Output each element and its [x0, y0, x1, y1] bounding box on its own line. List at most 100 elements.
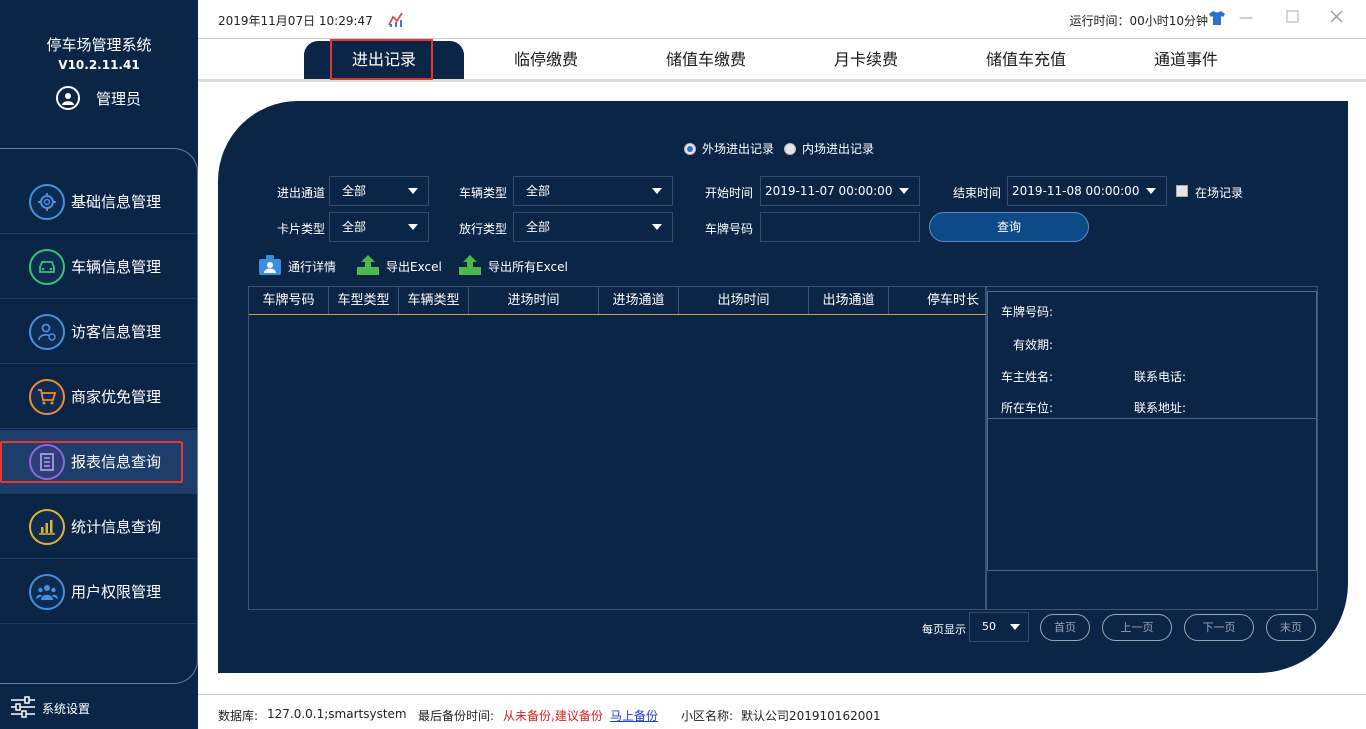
- last-page-button[interactable]: 末页: [1266, 614, 1316, 641]
- radio-outer[interactable]: [684, 142, 696, 155]
- community-value: 默认公司201910162001: [741, 709, 881, 723]
- vehicle-type-label: 车辆类型: [459, 186, 508, 200]
- start-time-value: 2019-11-07 00:00:00: [765, 184, 893, 198]
- detail-address-label: 联系地址:: [1134, 401, 1187, 415]
- chevron-down-icon: [652, 188, 662, 194]
- settings-label: 系统设置: [42, 702, 91, 716]
- end-time-value: 2019-11-08 00:00:00: [1012, 184, 1140, 198]
- visitor-icon: [29, 313, 65, 350]
- chevron-down-icon: [652, 224, 662, 230]
- tab-access-records[interactable]: 进出记录: [304, 41, 464, 79]
- minimize-icon[interactable]: —: [1238, 10, 1254, 26]
- end-time-label: 结束时间: [953, 186, 1002, 200]
- chevron-down-icon: [899, 188, 909, 194]
- release-type-select[interactable]: 全部: [513, 212, 673, 242]
- end-time-picker[interactable]: 2019-11-08 00:00:00: [1007, 176, 1167, 206]
- prev-page-button[interactable]: 上一页: [1102, 614, 1172, 641]
- start-time-label: 开始时间: [705, 186, 754, 200]
- status-bar: 数据库: 127.0.0.1;smartsystem 最后备份时间: 从未备份,…: [198, 694, 1366, 729]
- export-all-excel-button[interactable]: 导出所有Excel: [458, 254, 568, 279]
- tab-stored-value-recharge[interactable]: 储值车充值: [946, 41, 1106, 79]
- onsite-checkbox[interactable]: [1176, 185, 1188, 197]
- sidebar-item-statistics[interactable]: 统计信息查询: [0, 495, 197, 559]
- column-header[interactable]: 车牌号码: [249, 287, 329, 314]
- pass-detail-button[interactable]: 通行详情: [258, 254, 336, 279]
- detail-space-label: 所在车位:: [1001, 401, 1054, 415]
- chevron-down-icon: [1146, 188, 1156, 194]
- card-type-label: 卡片类型: [277, 222, 326, 236]
- export-upload-icon: [356, 254, 380, 279]
- table-header: 车牌号码 车型类型 车辆类型 进场时间 进场通道 出场时间 出场通道 停车时长: [249, 287, 987, 315]
- channel-select[interactable]: 全部: [329, 176, 429, 206]
- column-header[interactable]: 车辆类型: [399, 287, 469, 314]
- radio-outer-label: 外场进出记录: [702, 142, 775, 156]
- release-type-label: 放行类型: [459, 222, 508, 236]
- vehicle-type-value: 全部: [526, 184, 551, 198]
- db-label: 数据库:: [218, 709, 259, 723]
- radio-inner[interactable]: [784, 142, 797, 155]
- export-excel-button[interactable]: 导出Excel: [356, 254, 442, 279]
- cart-icon: [29, 378, 65, 415]
- first-page-button[interactable]: 首页: [1040, 614, 1090, 641]
- sidebar-item-label: 车辆信息管理: [71, 258, 162, 276]
- column-header[interactable]: 停车时长: [889, 287, 987, 314]
- detail-image-box: [987, 419, 1317, 571]
- per-page-label: 每页显示: [922, 623, 966, 636]
- detail-phone-label: 联系电话:: [1134, 370, 1187, 384]
- vehicle-type-select[interactable]: 全部: [513, 176, 673, 206]
- tab-stored-value-fee[interactable]: 储值车缴费: [626, 41, 786, 79]
- radio-inner-label: 内场进出记录: [802, 142, 875, 156]
- detail-info-box: 车牌号码: 有效期: 车主姓名: 联系电话: 所在车位: 联系地址:: [987, 291, 1317, 419]
- user-name: 管理员: [96, 89, 142, 108]
- current-datetime: 2019年11月07日 10:29:47: [218, 14, 373, 28]
- top-bar: 2019年11月07日 10:29:47 运行时间：00小时10分钟 —: [198, 0, 1366, 38]
- onsite-label: 在场记录: [1195, 186, 1244, 200]
- detail-owner-label: 车主姓名:: [1001, 370, 1054, 384]
- sidebar-item-report[interactable]: 报表信息查询: [0, 430, 197, 494]
- tab-temp-parking-fee[interactable]: 临停缴费: [466, 41, 626, 79]
- detail-validity-label: 有效期:: [1013, 338, 1054, 352]
- detail-plate-label: 车牌号码:: [1001, 305, 1054, 319]
- bar-chart-icon: [29, 508, 65, 545]
- pass-detail-label: 通行详情: [288, 260, 337, 274]
- export-all-upload-icon: [458, 254, 482, 279]
- per-page-select[interactable]: 50: [969, 612, 1029, 642]
- export-all-excel-label: 导出所有Excel: [488, 260, 568, 274]
- plate-input[interactable]: [760, 212, 920, 242]
- plate-label: 车牌号码: [705, 222, 754, 236]
- column-header[interactable]: 进场通道: [599, 287, 679, 314]
- sidebar-item-label: 商家优免管理: [71, 388, 162, 406]
- card-type-value: 全部: [342, 220, 367, 234]
- user-info[interactable]: 管理员: [56, 86, 141, 110]
- chevron-down-icon: [408, 224, 418, 230]
- car-icon: [29, 248, 65, 285]
- sidebar-item-visitor-info[interactable]: 访客信息管理: [0, 300, 197, 364]
- sidebar-item-merchant[interactable]: 商家优免管理: [0, 365, 197, 429]
- column-header[interactable]: 出场通道: [809, 287, 889, 314]
- maximize-icon[interactable]: [1284, 10, 1300, 26]
- system-settings[interactable]: 系统设置: [10, 696, 90, 721]
- sidebar-item-basic-info[interactable]: 基础信息管理: [0, 170, 197, 234]
- next-page-button[interactable]: 下一页: [1184, 614, 1254, 641]
- gear-icon: [29, 183, 65, 220]
- close-icon[interactable]: [1328, 10, 1344, 26]
- tab-channel-events[interactable]: 通道事件: [1106, 41, 1266, 79]
- skin-shirt-icon[interactable]: [1208, 10, 1226, 29]
- export-excel-label: 导出Excel: [386, 260, 442, 274]
- column-header[interactable]: 出场时间: [679, 287, 809, 314]
- column-header[interactable]: 进场时间: [469, 287, 599, 314]
- report-icon: [29, 443, 65, 480]
- start-time-picker[interactable]: 2019-11-07 00:00:00: [760, 176, 920, 206]
- vehicle-detail-panel: 车牌号码: 有效期: 车主姓名: 联系电话: 所在车位: 联系地址:: [986, 286, 1318, 610]
- trend-chart-icon[interactable]: [388, 10, 406, 31]
- backup-now-link[interactable]: 马上备份: [610, 707, 658, 724]
- query-button[interactable]: 查询: [929, 212, 1089, 242]
- per-page-value: 50: [982, 620, 996, 633]
- sidebar-item-permissions[interactable]: 用户权限管理: [0, 560, 197, 624]
- tab-monthly-card-renewal[interactable]: 月卡续费: [786, 41, 946, 79]
- column-header[interactable]: 车型类型: [329, 287, 399, 314]
- sidebar-item-vehicle-info[interactable]: 车辆信息管理: [0, 235, 197, 299]
- card-type-select[interactable]: 全部: [329, 212, 429, 242]
- users-icon: [29, 573, 65, 610]
- chevron-down-icon: [1010, 624, 1020, 630]
